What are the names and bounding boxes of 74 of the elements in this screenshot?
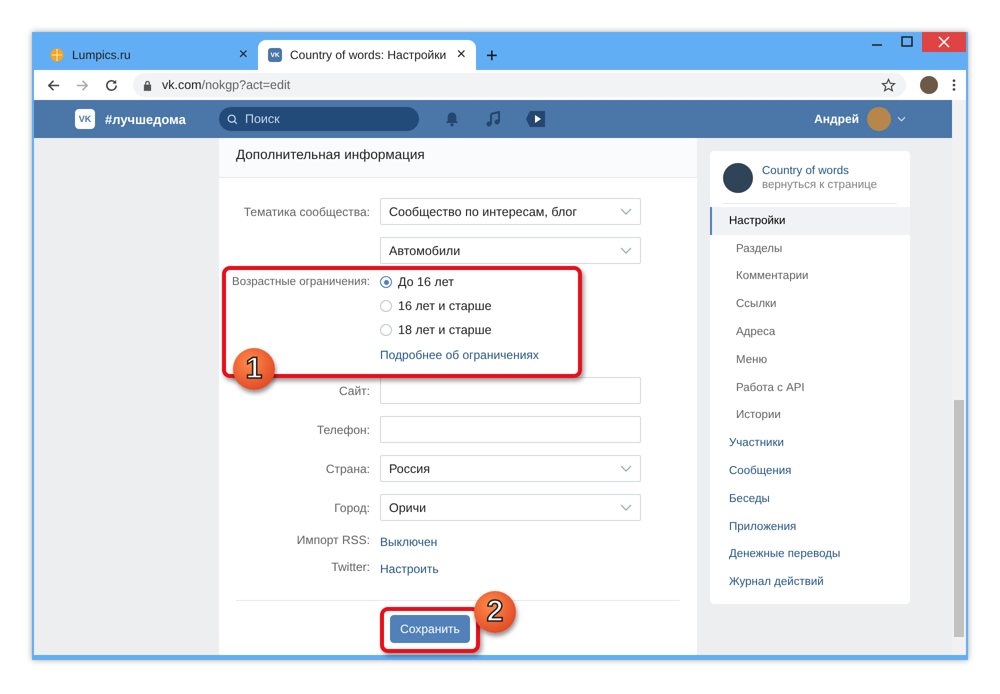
back-link[interactable]: вернуться к странице <box>762 179 877 191</box>
submenu-item[interactable]: Адреса <box>710 318 910 346</box>
site-favicon-icon <box>50 48 64 62</box>
menu-item[interactable]: Приложения <box>710 512 910 541</box>
search-icon <box>227 114 238 124</box>
scrollbar[interactable] <box>952 100 966 655</box>
dropdown[interactable]: Россия <box>380 455 641 482</box>
input-field[interactable] <box>380 416 641 443</box>
dropdown[interactable]: Оричи <box>380 494 641 521</box>
submenu-item[interactable]: Комментарии <box>710 262 910 290</box>
submenu-item[interactable]: Работа с API <box>710 374 910 402</box>
community-name-link[interactable]: Country of words <box>762 165 877 177</box>
tab-title: Country of words: Настройки <box>290 48 448 62</box>
field-label: Телефон: <box>316 423 370 437</box>
input-field[interactable] <box>380 377 641 404</box>
submenu-item[interactable]: Меню <box>710 346 910 374</box>
hashtag-link[interactable]: #лучшедома <box>105 112 219 126</box>
forward-arrow-icon[interactable] <box>75 78 90 92</box>
field-label: Страна: <box>326 462 370 476</box>
menu-item[interactable]: Журнал действий <box>710 568 910 596</box>
setting-link[interactable]: Выключен <box>380 535 438 549</box>
chevron-down-icon[interactable] <box>897 116 906 122</box>
info-link[interactable]: Подробнее об ограничениях <box>380 348 539 362</box>
field-label: Тематика сообщества: <box>244 205 370 219</box>
lock-icon <box>143 80 152 90</box>
field-label: Возрастные ограничения: <box>232 276 370 288</box>
menu-icon[interactable] <box>952 78 956 92</box>
menu-item[interactable]: Участники <box>710 429 910 458</box>
chevron-down-icon <box>620 504 632 511</box>
new-tab-button[interactable]: + <box>486 46 498 66</box>
url-text: vk.com/nokgp?act=edit <box>162 78 292 92</box>
submenu-item[interactable]: Разделы <box>710 234 910 263</box>
submenu-item[interactable]: Истории <box>710 402 910 430</box>
dropdown[interactable]: Автомобили <box>380 237 641 264</box>
field-label: Twitter: <box>331 560 370 574</box>
browser-tab[interactable]: Lumpics.ru × <box>40 40 258 70</box>
radio-label[interactable]: До 16 лет <box>398 276 454 289</box>
star-icon[interactable] <box>881 78 896 92</box>
tab-close-button[interactable]: × <box>456 47 466 63</box>
menu-item[interactable]: Сообщения <box>710 457 910 485</box>
video-play-icon[interactable] <box>525 110 547 128</box>
radio-label[interactable]: 16 лет и старше <box>398 300 492 313</box>
reload-icon[interactable] <box>104 78 119 92</box>
back-arrow-icon[interactable] <box>46 78 61 92</box>
dropdown[interactable]: Сообщество по интересам, блог <box>380 198 641 225</box>
music-note-icon[interactable] <box>485 111 501 127</box>
profile-avatar[interactable] <box>920 76 938 94</box>
setting-link[interactable]: Настроить <box>380 562 439 576</box>
tab-close-button[interactable]: × <box>238 47 248 63</box>
radio-button[interactable] <box>380 276 392 288</box>
search-field[interactable]: Поиск <box>219 107 419 131</box>
menu-item[interactable]: Настройки <box>710 207 910 235</box>
radio-button[interactable] <box>380 300 392 312</box>
save-button[interactable]: Сохранить <box>390 615 470 643</box>
user-name[interactable]: Андрей <box>814 112 859 126</box>
community-avatar[interactable] <box>723 163 753 193</box>
bell-icon[interactable] <box>444 111 460 127</box>
radio-button[interactable] <box>380 324 392 336</box>
menu-item[interactable]: Денежные переводы <box>710 540 910 568</box>
site-logo[interactable]: VK <box>75 109 95 129</box>
field-label: Сайт: <box>338 384 370 398</box>
chevron-down-icon <box>620 208 632 215</box>
search-input[interactable]: Поиск <box>243 111 397 127</box>
tab-title: Lumpics.ru <box>72 48 132 62</box>
address-bar[interactable]: vk.com/nokgp?act=edit <box>133 73 906 97</box>
close-icon[interactable] <box>922 32 966 52</box>
field-label: Город: <box>334 501 370 515</box>
submenu-item[interactable]: Ссылки <box>710 290 910 318</box>
radio-label[interactable]: 18 лет и старше <box>398 324 492 337</box>
chevron-down-icon <box>620 465 632 472</box>
field-label: Импорт RSS: <box>296 533 370 547</box>
menu-item[interactable]: Беседы <box>710 484 910 513</box>
section-title: Дополнительная информация <box>219 138 697 178</box>
chevron-down-icon <box>620 247 632 254</box>
